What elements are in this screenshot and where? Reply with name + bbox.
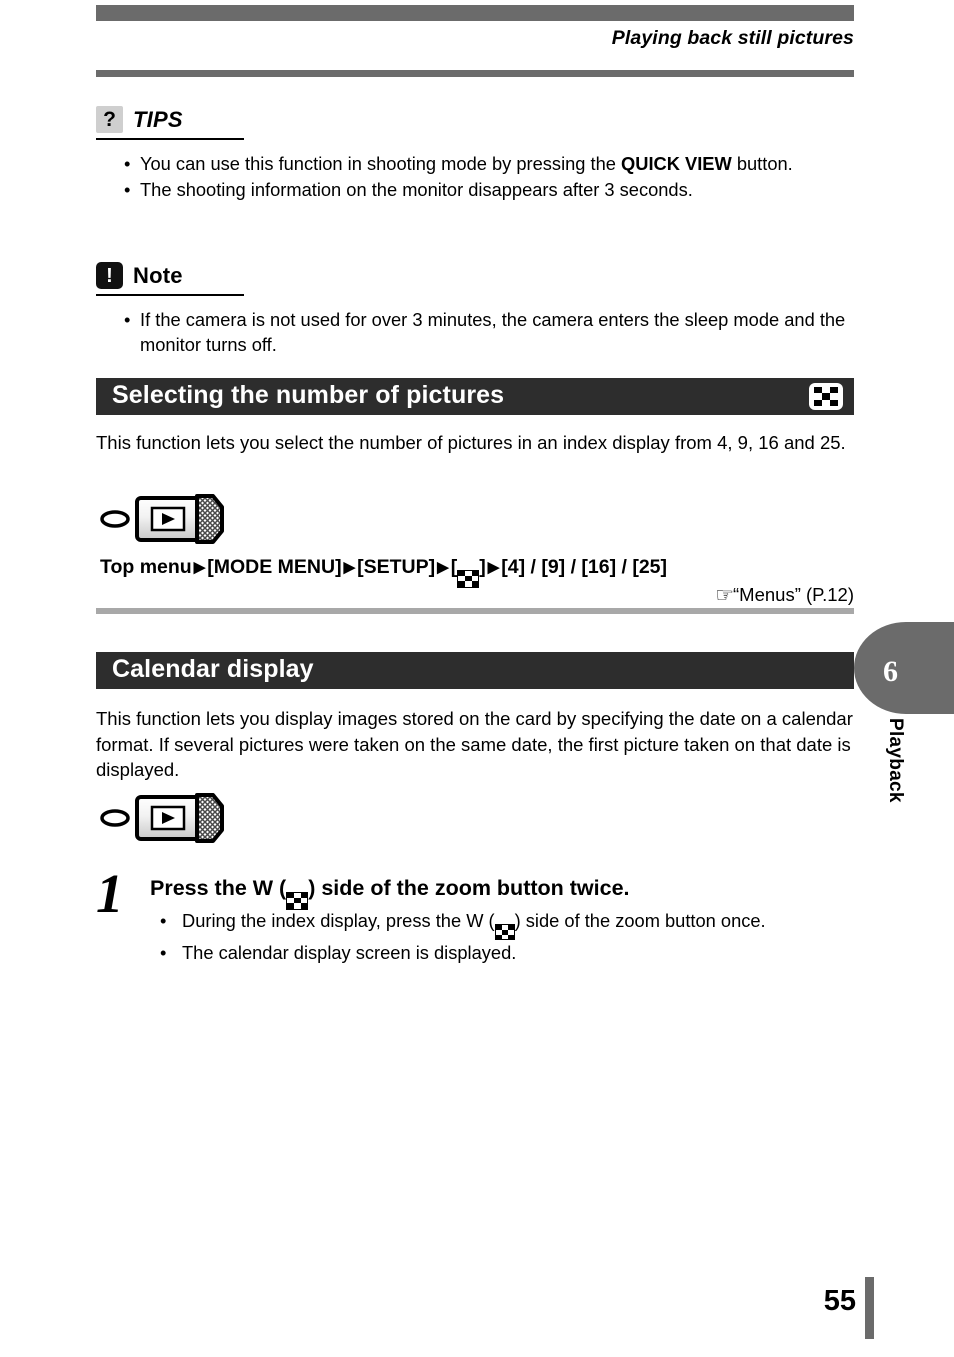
step-title-before: Press the W (: [150, 876, 287, 900]
index-display-icon: [494, 924, 515, 941]
checker-pattern: [814, 387, 838, 406]
tips-bullet-1-text-after: button.: [731, 153, 793, 174]
menu-path-step-4: [4] / [9] / [16] / [25]: [501, 556, 668, 578]
tips-bullet-2-text: The shooting information on the monitor …: [140, 179, 693, 200]
tips-callout: ? TIPS • You can use this function in sho…: [96, 106, 856, 203]
bullet-glyph: •: [160, 910, 167, 931]
header-top-bar: [96, 5, 854, 21]
step-title: Press the W ( ) side of the zoom button t…: [150, 876, 870, 910]
list-item: • During the index display, press the W (…: [150, 908, 890, 941]
tips-callout-header: ? TIPS: [96, 106, 244, 140]
section-header-selecting-number-of-pictures: Selecting the number of pictures: [96, 378, 854, 415]
section-body-selecting-number: This function lets you select the number…: [96, 432, 846, 453]
tips-bullet-1-bold: QUICK VIEW: [621, 153, 732, 174]
section-title: Selecting the number of pictures: [112, 381, 505, 409]
question-mark-icon: ?: [96, 106, 123, 133]
section-title: Calendar display: [112, 655, 314, 683]
page-number: 55: [823, 1285, 856, 1317]
section-divider-rule: [96, 608, 854, 614]
step-bullet-2-text: The calendar display screen is displayed…: [182, 942, 517, 964]
tips-callout-label: TIPS: [133, 106, 183, 132]
arrow-icon: ▶: [437, 558, 449, 576]
cross-reference-menus: ☞“Menus” (P.12): [715, 583, 854, 608]
note-bullet-list: • If the camera is not used for over 3 mi…: [96, 307, 856, 357]
note-callout-label: Note: [133, 262, 183, 288]
chapter-tab-number: 6: [883, 655, 898, 688]
playback-mode-dial-icon: [100, 787, 230, 845]
menu-path-step-1: [MODE MENU]: [207, 556, 342, 578]
playback-mode-dial-icon: [100, 488, 230, 546]
menu-path-step-3-close: ]: [479, 556, 486, 578]
index-display-icon: [286, 891, 309, 910]
menu-path-step-2: [SETUP]: [357, 556, 436, 578]
step-bullet-list: • During the index display, press the W (…: [150, 908, 890, 966]
document-page: Playing back still pictures ? TIPS • You …: [0, 0, 954, 1357]
step-number: 1: [96, 863, 124, 924]
list-item: • The calendar display screen is displaye…: [150, 940, 890, 966]
arrow-icon: ▶: [487, 558, 500, 576]
list-item: • The shooting information on the monitor…: [96, 177, 856, 202]
tips-bullet-1-text-before: You can use this function in shooting mo…: [140, 153, 622, 174]
note-callout: ! Note • If the camera is not used for ov…: [96, 262, 856, 358]
header-rule: [96, 70, 854, 77]
arrow-icon: ▶: [343, 558, 356, 576]
chapter-tab-blob: [854, 622, 954, 714]
list-item: • You can use this function in shooting m…: [96, 151, 856, 176]
bullet-glyph: •: [124, 309, 131, 330]
note-bullet-1-text: If the camera is not used for over 3 min…: [140, 309, 846, 355]
list-item: • If the camera is not used for over 3 mi…: [96, 307, 856, 357]
step-bullet-1-before: During the index display, press the W (: [182, 910, 495, 931]
tips-bullet-list: • You can use this function in shooting m…: [96, 151, 856, 202]
bullet-glyph: •: [160, 942, 167, 964]
section-header-calendar-display: Calendar display: [96, 652, 854, 689]
note-callout-header: ! Note: [96, 262, 244, 296]
exclamation-mark-icon: !: [96, 262, 123, 289]
bullet-glyph: •: [124, 153, 131, 174]
pointing-hand-icon: ☞: [715, 584, 734, 607]
footer-edge-bar: [865, 1277, 874, 1339]
cross-reference-text: “Menus” (P.12): [733, 584, 854, 605]
menu-path-start: Top menu: [100, 556, 192, 578]
step-title-after: ) side of the zoom button twice.: [308, 876, 630, 900]
bullet-glyph: •: [124, 179, 131, 200]
step-bullet-1-after: ) side of the zoom button once.: [514, 910, 766, 931]
running-head-title: Playing back still pictures: [611, 27, 854, 49]
section-body-calendar-display: This function lets you display images st…: [96, 708, 853, 780]
arrow-icon: ▶: [193, 558, 206, 576]
chapter-tab-label: Playback: [885, 718, 906, 803]
index-display-icon: [809, 383, 843, 410]
index-display-icon: [457, 569, 480, 588]
